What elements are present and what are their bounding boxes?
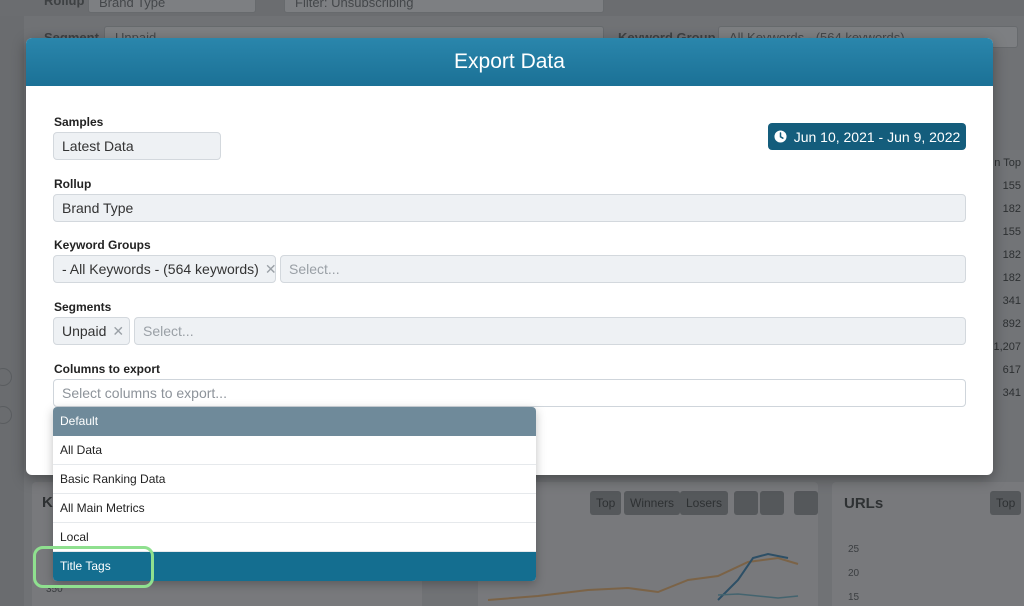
- date-range-text: Jun 10, 2021 - Jun 9, 2022: [793, 128, 961, 145]
- bg-cell: 182: [1002, 249, 1021, 261]
- remove-keyword-group-icon[interactable]: ✕: [265, 261, 277, 278]
- bg-cell: 341: [1002, 387, 1021, 399]
- bg-cell: 341: [1002, 295, 1021, 307]
- dropdown-option-basic-ranking-data[interactable]: Basic Ranking Data: [53, 465, 536, 494]
- dropdown-option-all-data[interactable]: All Data: [53, 436, 536, 465]
- bg-urls-top-tab: Top: [990, 491, 1022, 515]
- remove-segment-icon[interactable]: ✕: [112, 323, 124, 340]
- bg-cell: 617: [1002, 364, 1021, 376]
- keyword-group-chip: - All Keywords - (564 keywords) ✕: [53, 255, 277, 283]
- bg-rollup-select: Brand Type: [88, 0, 256, 13]
- samples-label: Samples: [54, 115, 104, 129]
- bg-left-axis-label: 350: [46, 584, 63, 595]
- bg-tab-top: Top: [590, 491, 622, 515]
- bg-urls-axis-label: 25: [848, 544, 860, 555]
- bg-cell: 155: [1002, 180, 1021, 192]
- bg-cell: 182: [1002, 272, 1021, 284]
- bg-urls-title: URLs: [844, 495, 884, 512]
- bg-cell: 1,207: [993, 341, 1021, 353]
- bar-chart-icon: [760, 491, 784, 515]
- keyword-group-chip-label: - All Keywords - (564 keywords): [62, 261, 259, 277]
- bg-urls-axis-label: 15: [848, 592, 860, 603]
- segment-chip: Unpaid ✕: [53, 317, 130, 345]
- bg-cell: 182: [1002, 203, 1021, 215]
- segments-input[interactable]: Select...: [134, 317, 966, 345]
- columns-input[interactable]: Select columns to export...: [53, 379, 966, 407]
- left-panel: [0, 0, 24, 606]
- bg-rollup-label: Rollup: [44, 0, 85, 8]
- dropdown-group-default: Default: [53, 407, 536, 436]
- rollup-select[interactable]: Brand Type: [53, 194, 966, 222]
- bg-filter-select: Filter: Unsubscribing: [284, 0, 604, 13]
- modal-title: Export Data: [454, 50, 565, 73]
- dropdown-option-all-main-metrics[interactable]: All Main Metrics: [53, 494, 536, 523]
- line-chart-icon: [734, 491, 758, 515]
- gear-icon: [794, 491, 818, 515]
- bg-urls-axis-label: 20: [848, 568, 860, 579]
- segments-label: Segments: [54, 300, 112, 314]
- segment-chip-label: Unpaid: [62, 323, 107, 339]
- bg-cell: 155: [1002, 226, 1021, 238]
- bg-left-card-title: K: [42, 494, 53, 511]
- rollup-label: Rollup: [54, 177, 92, 191]
- bg-tab-losers: Losers: [680, 491, 729, 515]
- bg-tab-winners: Winners: [624, 491, 681, 515]
- dropdown-option-local[interactable]: Local: [53, 523, 536, 552]
- modal-header: Export Data: [26, 38, 993, 86]
- keyword-groups-input[interactable]: Select...: [280, 255, 966, 283]
- dropdown-option-title-tags[interactable]: Title Tags: [53, 552, 536, 581]
- bg-cell: 892: [1002, 318, 1021, 330]
- date-range-button[interactable]: Jun 10, 2021 - Jun 9, 2022: [768, 123, 966, 150]
- bg-column-header: n Top: [994, 157, 1021, 169]
- columns-dropdown: Default All Data Basic Ranking Data All …: [53, 407, 536, 581]
- keyword-groups-label: Keyword Groups: [54, 238, 151, 252]
- clock-icon: [774, 130, 787, 143]
- samples-select[interactable]: Latest Data: [53, 132, 221, 160]
- columns-label: Columns to export: [54, 362, 161, 376]
